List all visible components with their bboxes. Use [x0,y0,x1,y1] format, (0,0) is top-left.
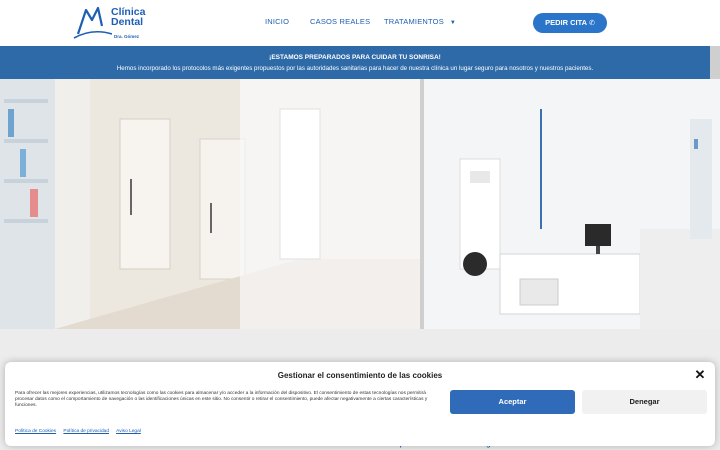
nav-item-tratamientos[interactable]: TRATAMIENTOS ▼ [384,17,456,26]
pedir-cita-button[interactable]: PEDIR CITA ✆ [533,13,607,33]
nav-item-tratamientos-label: TRATAMIENTOS [384,17,444,26]
link-politica-privacidad[interactable]: Política de privacidad [63,429,109,434]
announcement-text: Hemos incorporado los protocolos más exi… [116,65,594,72]
chevron-down-icon: ▼ [449,20,457,26]
nav-item-casos-reales[interactable]: CASOS REALES [310,17,370,26]
clinic-logo[interactable]: Clínica Dental Dra. Gómez [72,4,152,42]
tooth-logo-icon [73,6,112,39]
deny-cookies-button[interactable]: Denegar [582,390,707,414]
close-icon[interactable]: ✕ [693,368,707,382]
announcement-title: ¡ESTAMOS PREPARADOS PARA CUIDAR TU SONRI… [269,54,441,61]
link-politica-cookies[interactable]: Política de Cookies [15,429,56,434]
announcement-band: ¡ESTAMOS PREPARADOS PARA CUIDAR TU SONRI… [0,46,710,79]
whatsapp-icon: ✆ [589,20,595,27]
link-aviso-legal[interactable]: Aviso Legal [116,429,141,434]
nav-item-inicio[interactable]: INICIO [265,17,289,26]
accept-cookies-button[interactable]: Aceptar [450,390,575,414]
hero-slider[interactable] [0,79,720,329]
clinic-interior-image [0,79,720,329]
pedir-cita-label: PEDIR CITA [545,18,588,27]
cookie-modal-links: Política de Cookies Política de privacid… [15,429,147,434]
cookie-modal-title: Gestionar el consentimiento de las cooki… [277,371,443,380]
cookie-modal-body: Para ofrecer las mejores experiencias, u… [15,391,428,409]
site-header: Clínica Dental Dra. Gómez INICIO CASOS R… [0,0,720,46]
logo-line-2: Dental [111,16,144,28]
logo-subtitle: Dra. Gómez [114,34,140,39]
logo-wordmark: Clínica Dental [111,7,145,28]
cookie-consent-modal: Gestionar el consentimiento de las cooki… [5,362,715,446]
